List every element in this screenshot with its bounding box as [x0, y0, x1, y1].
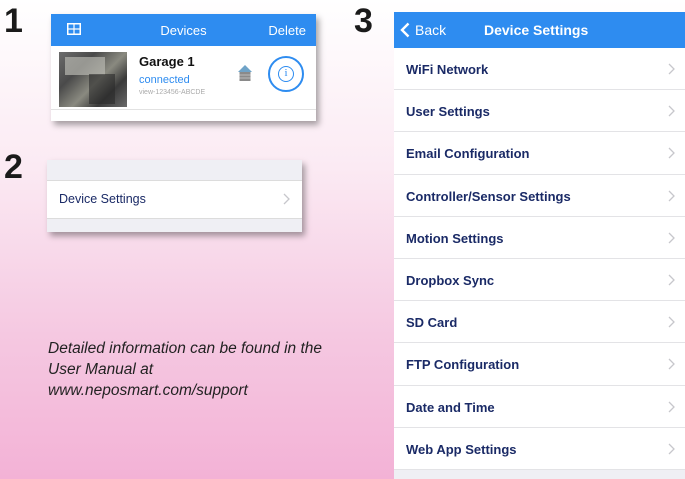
- device-status: connected: [139, 74, 190, 86]
- settings-item-wifi-network[interactable]: WiFi Network: [394, 48, 685, 91]
- chevron-right-icon: [668, 147, 675, 159]
- settings-item-label: User Settings: [406, 104, 490, 120]
- settings-item-label: Motion Settings: [406, 230, 504, 246]
- chevron-right-icon: [668, 190, 675, 202]
- chevron-right-icon: [668, 232, 675, 244]
- settings-list: WiFi Network User Settings Email Configu…: [394, 48, 685, 470]
- chevron-right-icon: [668, 316, 675, 328]
- device-settings-nav-bar: Back Device Settings: [394, 12, 685, 48]
- step-number-3: 3: [354, 2, 373, 40]
- device-settings-title: Device Settings: [484, 22, 589, 38]
- chevron-right-icon: [668, 443, 675, 455]
- settings-item-label: Web App Settings: [406, 441, 517, 457]
- chevron-right-icon: [668, 358, 675, 370]
- step-number-2: 2: [4, 148, 23, 186]
- step-number-1: 1: [4, 2, 23, 40]
- chevron-left-icon: [400, 22, 410, 38]
- settings-item-label: Email Configuration: [406, 146, 530, 162]
- settings-item-label: Date and Time: [406, 399, 495, 415]
- chevron-right-icon: [668, 401, 675, 412]
- device-name: Garage 1: [139, 54, 195, 69]
- settings-item-controller-sensor-settings[interactable]: Controller/Sensor Settings: [394, 175, 685, 217]
- devices-nav-bar: Devices Delete: [51, 14, 316, 46]
- settings-item-label: Dropbox Sync: [406, 272, 495, 288]
- chevron-right-icon: [668, 274, 675, 286]
- help-note: Detailed information can be found in the…: [48, 340, 323, 399]
- device-settings-label: Device Settings: [59, 192, 146, 206]
- camera-thumbnail[interactable]: [59, 52, 127, 107]
- settings-item-label: SD Card: [406, 315, 458, 331]
- house-icon[interactable]: [237, 64, 253, 82]
- settings-item-label: WiFi Network: [406, 62, 489, 77]
- chevron-right-icon: [668, 105, 675, 117]
- settings-item-label: Controller/Sensor Settings: [406, 188, 571, 204]
- settings-item-motion-settings[interactable]: Motion Settings: [394, 217, 685, 259]
- chevron-right-icon: [668, 63, 675, 75]
- settings-entry-screen: Device Settings: [47, 160, 302, 232]
- settings-item-date-and-time[interactable]: Date and Time: [394, 386, 685, 428]
- settings-item-label: FTP Configuration: [406, 357, 520, 373]
- chevron-right-icon: [283, 193, 290, 205]
- device-id: view-123456-ABCDE: [139, 89, 206, 96]
- info-icon[interactable]: i: [278, 66, 294, 82]
- settings-item-email-configuration[interactable]: Email Configuration: [394, 132, 685, 175]
- device-row[interactable]: Garage 1 connected view-123456-ABCDE i: [51, 46, 316, 110]
- device-settings-row[interactable]: Device Settings: [47, 180, 302, 219]
- settings-item-user-settings[interactable]: User Settings: [394, 90, 685, 133]
- settings-item-sd-card[interactable]: SD Card: [394, 301, 685, 344]
- settings-item-dropbox-sync[interactable]: Dropbox Sync: [394, 259, 685, 302]
- info-highlight-circle: i: [268, 56, 304, 92]
- delete-button[interactable]: Delete: [268, 23, 306, 38]
- settings-item-web-app-settings[interactable]: Web App Settings: [394, 428, 685, 470]
- settings-item-ftp-configuration[interactable]: FTP Configuration: [394, 343, 685, 386]
- back-label: Back: [415, 22, 447, 38]
- devices-screen: Devices Delete Garage 1 connected view-1…: [51, 14, 316, 121]
- device-settings-screen: Back Device Settings WiFi Network User S…: [394, 12, 685, 479]
